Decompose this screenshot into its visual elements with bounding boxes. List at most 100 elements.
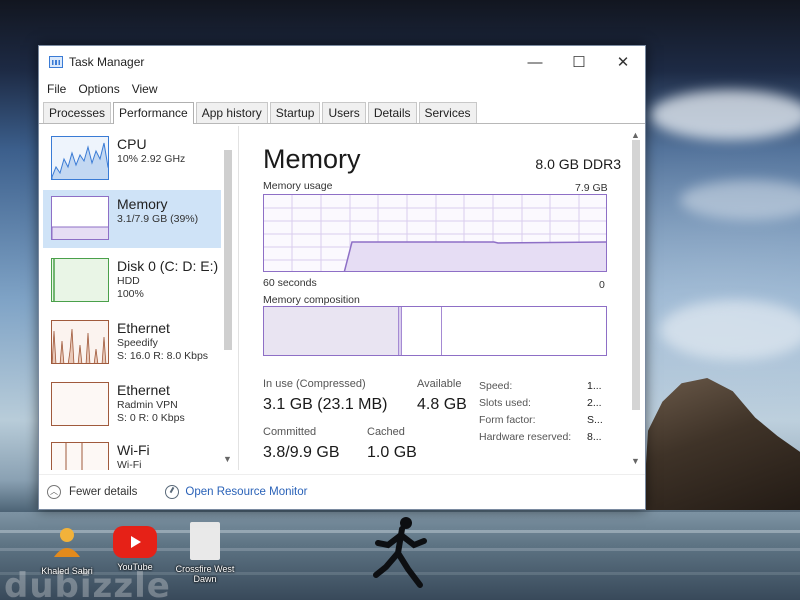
sidebar-item-detail: Speedify — [117, 337, 158, 349]
tab-startup[interactable]: Startup — [269, 102, 321, 123]
committed-value: 3.8/9.9 GB — [263, 444, 340, 461]
menu-bar: File Options View — [39, 78, 645, 100]
ethernet-mini-graph — [51, 320, 109, 364]
person-icon — [47, 522, 87, 562]
sidebar-item-disk[interactable]: Disk 0 (C: D: E:) HDD 100% — [43, 252, 221, 310]
sidebar-item-detail: HDD — [117, 275, 140, 287]
cloud-shape — [650, 90, 800, 140]
hardware-reserved-value: 8... — [587, 431, 602, 443]
speed-value: 1... — [587, 380, 602, 392]
sidebar-item-title: Ethernet — [117, 320, 170, 336]
sidebar-item-detail: S: 0 R: 0 Kbps — [117, 412, 185, 424]
time-axis-right: 0 — [599, 279, 605, 291]
form-factor-value: S... — [587, 414, 603, 426]
composition-free[interactable] — [442, 307, 606, 355]
time-axis-left: 60 seconds — [263, 277, 317, 289]
close-button[interactable]: ✕ — [601, 46, 645, 78]
available-label: Available — [417, 378, 462, 390]
tab-users[interactable]: Users — [322, 102, 366, 123]
disk-mini-graph — [51, 258, 109, 302]
youtube-icon — [113, 526, 157, 558]
sidebar-item-detail: 100% — [117, 288, 144, 300]
scrollbar-thumb[interactable] — [632, 140, 640, 410]
slots-used-label: Slots used: — [479, 397, 531, 409]
performance-panes: CPU 10% 2.92 GHz Memory 3.1/7.9 GB (39%) — [39, 126, 645, 470]
sidebar-item-detail: 3.1/7.9 GB (39%) — [117, 213, 199, 225]
resource-sidebar: CPU 10% 2.92 GHz Memory 3.1/7.9 GB (39%) — [39, 126, 239, 470]
cached-label: Cached — [367, 426, 405, 438]
menu-options[interactable]: Options — [78, 82, 119, 96]
sidebar-scrollbar[interactable]: ▼ — [221, 130, 235, 466]
wifi-mini-graph — [51, 442, 109, 470]
desktop-icon-youtube[interactable]: YouTube — [102, 522, 168, 572]
sidebar-item-cpu[interactable]: CPU 10% 2.92 GHz — [43, 130, 221, 188]
memory-heading: Memory — [263, 144, 361, 174]
tab-processes[interactable]: Processes — [43, 102, 112, 123]
desktop-icon-crossfire[interactable]: Crossfire West Dawn — [172, 522, 238, 584]
sidebar-item-wifi[interactable]: Wi-Fi Wi-Fi — [43, 436, 221, 470]
ethernet-mini-graph — [51, 382, 109, 426]
minimize-button[interactable]: — — [513, 46, 557, 78]
task-manager-window: Task Manager — ☐ ✕ File Options View Pro… — [38, 45, 646, 510]
task-manager-icon — [49, 56, 63, 68]
sidebar-item-detail: 10% 2.92 GHz — [117, 153, 186, 165]
sidebar-item-detail: S: 16.0 R: 8.0 Kbps — [117, 350, 209, 362]
sidebar-item-ethernet-speedify[interactable]: Ethernet Speedify S: 16.0 R: 8.0 Kbps — [43, 314, 221, 372]
scrollbar-thumb[interactable] — [224, 150, 232, 350]
memory-composition-label: Memory composition — [263, 294, 360, 306]
footer-bar: ︿ Fewer details Open Resource Monitor — [39, 474, 645, 508]
watermark-logo: dubizzle — [4, 566, 171, 600]
composition-in-use[interactable] — [264, 307, 399, 355]
menu-file[interactable]: File — [47, 82, 66, 96]
fewer-details-label: Fewer details — [69, 485, 138, 498]
scroll-up-arrow-icon[interactable]: ▲ — [631, 130, 640, 140]
window-title: Task Manager — [69, 55, 145, 69]
memory-usage-graph — [263, 194, 607, 272]
tab-performance[interactable]: Performance — [113, 102, 194, 124]
composition-standby[interactable] — [402, 307, 442, 355]
available-value: 4.8 GB — [417, 396, 467, 413]
memory-detail-panel: Memory 8.0 GB DDR3 Memory usage 7.9 GB 6… — [245, 126, 629, 470]
resource-monitor-icon — [165, 484, 180, 499]
form-factor-label: Form factor: — [479, 414, 536, 426]
memory-spec: 8.0 GB DDR3 — [535, 156, 621, 172]
main-scrollbar[interactable]: ▲ ▼ — [629, 130, 643, 466]
tab-app-history[interactable]: App history — [195, 102, 268, 123]
sidebar-item-detail: Radmin VPN — [117, 399, 178, 411]
sidebar-item-title: CPU — [117, 136, 147, 152]
chevron-up-icon: ︿ — [47, 484, 61, 499]
scroll-down-arrow-icon[interactable]: ▼ — [223, 454, 232, 464]
committed-label: Committed — [263, 426, 317, 438]
open-resource-monitor-label: Open Resource Monitor — [185, 485, 308, 498]
maximize-button[interactable]: ☐ — [557, 46, 601, 78]
sidebar-item-detail: Wi-Fi — [117, 459, 142, 470]
tab-details[interactable]: Details — [367, 102, 417, 123]
hardware-reserved-label: Hardware reserved: — [479, 431, 572, 443]
memory-usage-max: 7.9 GB — [575, 182, 608, 194]
menu-view[interactable]: View — [132, 82, 158, 96]
desktop-icon-label: Crossfire West Dawn — [175, 564, 235, 584]
in-use-label: In use (Compressed) — [263, 378, 366, 390]
slots-used-value: 2... — [587, 397, 602, 409]
open-resource-monitor-link[interactable]: Open Resource Monitor — [165, 484, 308, 499]
memory-mini-graph — [51, 196, 109, 240]
in-use-value: 3.1 GB (23.1 MB) — [263, 396, 388, 413]
cached-value: 1.0 GB — [367, 444, 417, 461]
memory-usage-label: Memory usage — [263, 180, 333, 192]
tab-services[interactable]: Services — [418, 102, 477, 123]
runner-silhouette — [373, 517, 427, 588]
file-icon — [190, 522, 220, 560]
tab-strip: Processes Performance App history Startu… — [39, 100, 645, 124]
window-controls: — ☐ ✕ — [513, 46, 645, 78]
title-bar[interactable]: Task Manager — ☐ ✕ — [39, 46, 645, 78]
fewer-details-button[interactable]: ︿ Fewer details — [47, 484, 138, 499]
scroll-down-arrow-icon[interactable]: ▼ — [631, 456, 640, 466]
cloud-shape — [660, 300, 800, 360]
sidebar-item-ethernet-radmin[interactable]: Ethernet Radmin VPN S: 0 R: 0 Kbps — [43, 376, 221, 434]
sidebar-item-memory[interactable]: Memory 3.1/7.9 GB (39%) — [43, 190, 221, 248]
sidebar-item-title: Ethernet — [117, 382, 170, 398]
sidebar-item-title: Wi-Fi — [117, 442, 150, 458]
sidebar-item-title: Memory — [117, 196, 168, 212]
speed-label: Speed: — [479, 380, 513, 392]
cpu-mini-graph — [51, 136, 109, 180]
